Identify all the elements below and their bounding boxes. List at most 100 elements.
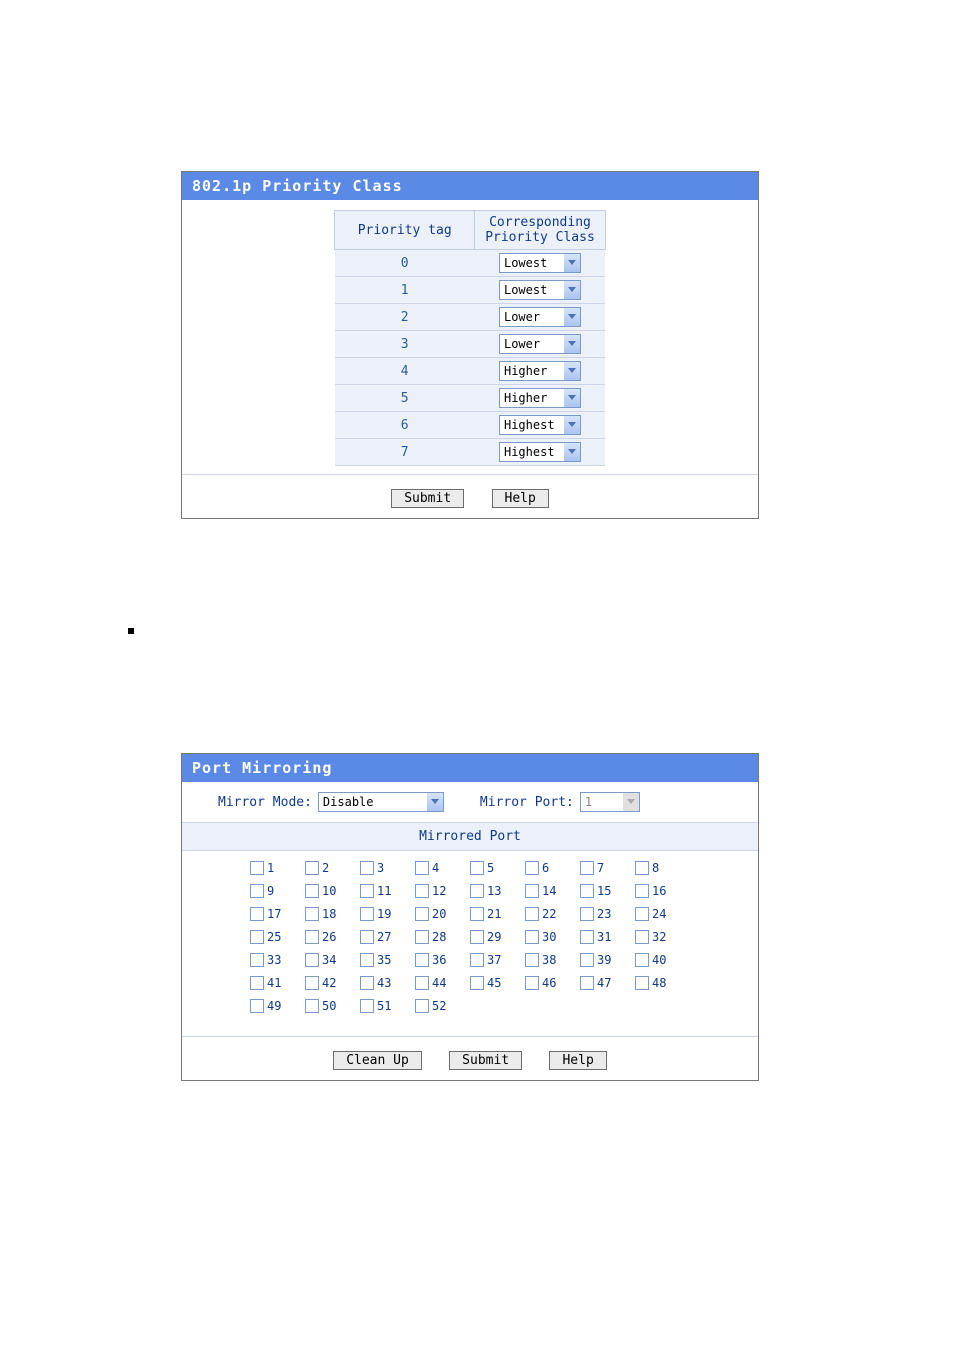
port-cell: 50 (305, 999, 360, 1013)
port-checkbox[interactable] (470, 976, 484, 990)
port-checkbox[interactable] (250, 861, 264, 875)
port-label: 13 (487, 884, 501, 898)
port-cell: 25 (250, 930, 305, 944)
priority-class-select[interactable]: Higher (499, 361, 581, 381)
mirror-port-label: Mirror Port: (480, 795, 574, 810)
port-label: 4 (432, 861, 439, 875)
priority-class-select[interactable]: Lower (499, 334, 581, 354)
port-checkbox[interactable] (360, 976, 374, 990)
port-checkbox[interactable] (305, 861, 319, 875)
port-checkbox[interactable] (415, 999, 429, 1013)
priority-class-cell: Lowest (475, 277, 606, 304)
port-checkbox[interactable] (580, 930, 594, 944)
port-label: 11 (377, 884, 391, 898)
port-label: 18 (322, 907, 336, 921)
priority-tag-cell: 7 (335, 439, 475, 466)
mirror-mode-select[interactable]: Disable (318, 792, 444, 812)
port-checkbox[interactable] (250, 953, 264, 967)
port-checkbox[interactable] (250, 884, 264, 898)
priority-class-select[interactable]: Lower (499, 307, 581, 327)
port-checkbox[interactable] (635, 953, 649, 967)
port-checkbox[interactable] (415, 861, 429, 875)
chevron-down-icon (564, 254, 580, 272)
port-checkbox[interactable] (250, 907, 264, 921)
port-cell: 28 (415, 930, 470, 944)
port-checkbox[interactable] (635, 884, 649, 898)
port-checkbox[interactable] (525, 930, 539, 944)
port-checkbox[interactable] (305, 884, 319, 898)
port-checkbox[interactable] (470, 861, 484, 875)
port-checkbox[interactable] (360, 930, 374, 944)
help-button[interactable]: Help (492, 489, 549, 508)
priority-class-select[interactable]: Highest (499, 415, 581, 435)
port-checkbox[interactable] (415, 953, 429, 967)
mirrored-port-title: Mirrored Port (182, 822, 758, 851)
port-row: 12345678 (182, 861, 758, 875)
port-label: 40 (652, 953, 666, 967)
port-checkbox[interactable] (470, 884, 484, 898)
port-checkbox[interactable] (525, 976, 539, 990)
port-label: 1 (267, 861, 274, 875)
port-checkbox[interactable] (415, 976, 429, 990)
port-checkbox[interactable] (525, 907, 539, 921)
port-cell: 51 (360, 999, 415, 1013)
port-checkbox[interactable] (250, 930, 264, 944)
port-checkbox[interactable] (580, 907, 594, 921)
port-checkbox[interactable] (580, 976, 594, 990)
mirror-port-select[interactable]: 1 (580, 792, 640, 812)
port-checkbox[interactable] (305, 907, 319, 921)
port-checkbox[interactable] (470, 953, 484, 967)
priority-tag-cell: 0 (335, 250, 475, 277)
port-cell: 35 (360, 953, 415, 967)
port-checkbox[interactable] (415, 907, 429, 921)
port-checkbox[interactable] (635, 976, 649, 990)
port-checkbox[interactable] (580, 861, 594, 875)
port-checkbox[interactable] (360, 861, 374, 875)
port-checkbox[interactable] (415, 884, 429, 898)
port-checkbox[interactable] (580, 953, 594, 967)
priority-class-select[interactable]: Highest (499, 442, 581, 462)
port-cell: 52 (415, 999, 470, 1013)
cleanup-button[interactable]: Clean Up (333, 1051, 422, 1070)
port-checkbox[interactable] (415, 930, 429, 944)
port-checkbox[interactable] (360, 999, 374, 1013)
port-label: 26 (322, 930, 336, 944)
port-checkbox[interactable] (635, 861, 649, 875)
port-checkbox[interactable] (470, 930, 484, 944)
port-checkbox[interactable] (360, 907, 374, 921)
priority-class-value: Higher (500, 391, 564, 405)
priority-class-select[interactable]: Lowest (499, 253, 581, 273)
port-checkbox[interactable] (250, 999, 264, 1013)
port-checkbox[interactable] (580, 884, 594, 898)
port-row: 49505152 (182, 999, 758, 1013)
port-checkbox[interactable] (360, 953, 374, 967)
priority-class-select[interactable]: Higher (499, 388, 581, 408)
table-row: 2Lower (335, 304, 606, 331)
port-checkbox[interactable] (525, 861, 539, 875)
port-checkbox[interactable] (305, 953, 319, 967)
priority-class-select[interactable]: Lowest (499, 280, 581, 300)
port-checkbox[interactable] (525, 953, 539, 967)
table-row: 5Higher (335, 385, 606, 412)
port-label: 31 (597, 930, 611, 944)
port-checkbox[interactable] (635, 907, 649, 921)
submit-button[interactable]: Submit (449, 1051, 522, 1070)
submit-button[interactable]: Submit (391, 489, 464, 508)
priority-class-value: Lowest (500, 283, 564, 297)
help-button[interactable]: Help (549, 1051, 606, 1070)
port-checkbox[interactable] (360, 884, 374, 898)
port-row: 2526272829303132 (182, 930, 758, 944)
port-checkbox[interactable] (635, 930, 649, 944)
port-cell: 19 (360, 907, 415, 921)
priority-class-cell: Lower (475, 304, 606, 331)
port-checkbox[interactable] (470, 907, 484, 921)
port-cell: 24 (635, 907, 690, 921)
port-checkbox[interactable] (525, 884, 539, 898)
port-label: 9 (267, 884, 274, 898)
port-checkbox[interactable] (305, 999, 319, 1013)
port-checkbox[interactable] (305, 930, 319, 944)
port-checkbox[interactable] (305, 976, 319, 990)
port-checkbox[interactable] (250, 976, 264, 990)
port-cell: 42 (305, 976, 360, 990)
port-label: 17 (267, 907, 281, 921)
